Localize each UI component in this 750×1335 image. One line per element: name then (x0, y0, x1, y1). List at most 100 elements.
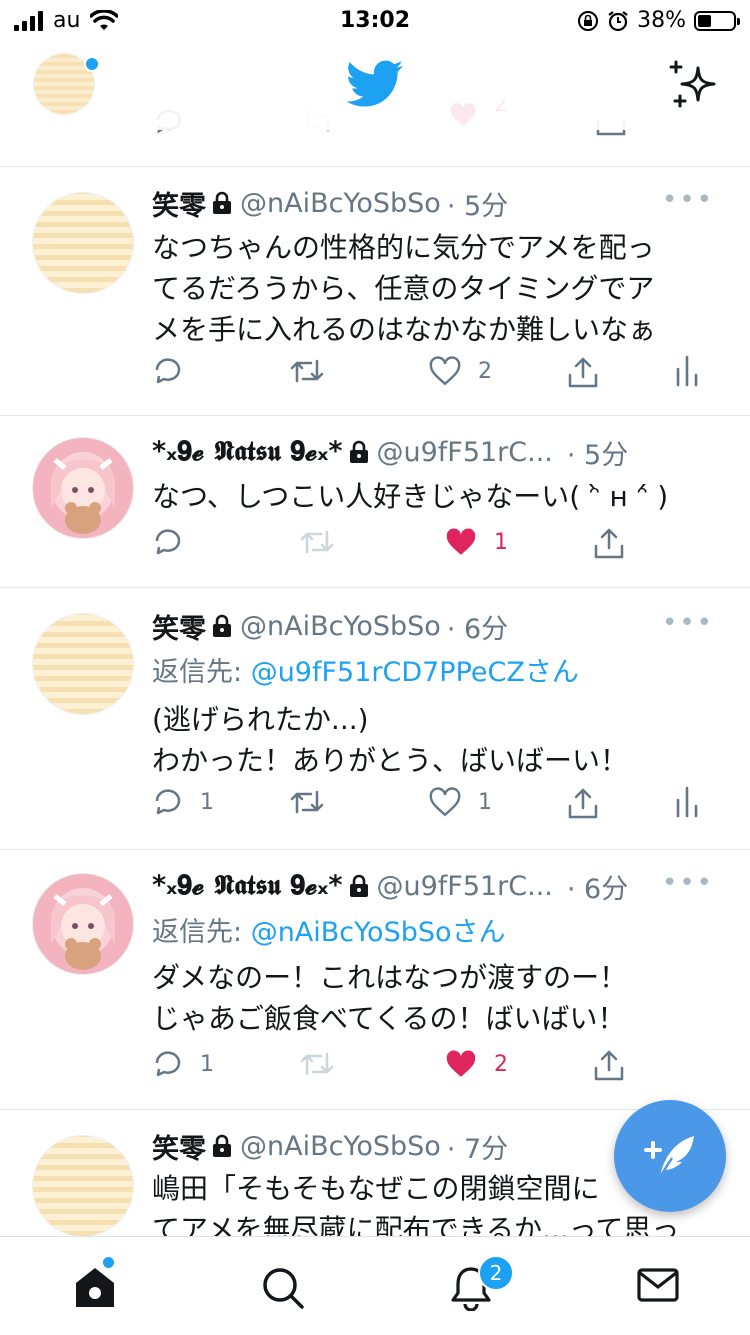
tweet-actions: 1 2 (152, 1048, 712, 1088)
user-handle[interactable]: @u9fF51rC... (377, 437, 553, 468)
reply-button[interactable]: 1 (152, 786, 214, 818)
analytics-button[interactable] (674, 355, 700, 387)
tweet-time: · 5分 (446, 190, 509, 222)
like-button[interactable]: 2 (444, 1048, 508, 1080)
battery-icon (694, 10, 740, 31)
user-handle[interactable]: @u9fF51rC... (377, 871, 553, 902)
like-count: 2 (494, 1051, 508, 1077)
heart-icon (429, 356, 461, 386)
reply-to-link[interactable]: @nAiBcYoSbSoさん (251, 917, 506, 948)
home-icon[interactable] (72, 1265, 118, 1309)
more-options-icon[interactable]: ••• (662, 185, 714, 215)
twitter-bird-icon[interactable] (346, 60, 404, 108)
display-name[interactable]: *ₓ𝟗𝓮 𝕹𝖆𝖙𝖘𝖚 𝟗𝓮ₓ* (152, 870, 343, 902)
tweet[interactable]: *ₓ𝟗𝓮 𝕹𝖆𝖙𝖘𝖚 𝟗𝓮ₓ* @u9fF51rC... · 6分 ••• 返信… (0, 850, 750, 1110)
more-options-icon[interactable]: ••• (662, 608, 714, 638)
tweet-actions: 1 (152, 526, 712, 566)
battery-percent: 38% (637, 8, 686, 33)
retweet-icon (290, 790, 324, 814)
avatar[interactable] (33, 874, 133, 974)
reply-to-line: 返信先: @u9fF51rCD7PPeCZさん (152, 650, 720, 689)
user-handle[interactable]: @nAiBcYoSbSo (240, 188, 441, 219)
bottom-tab-bar: 2 (0, 1236, 750, 1335)
like-count: 1 (494, 529, 508, 555)
tweet[interactable]: *ₓ𝟗𝓮 𝕹𝖆𝖙𝖘𝖚 𝟗𝓮ₓ* @u9fF51rC... · 5分 なつ、しつこ… (0, 416, 750, 588)
like-button[interactable]: 1 (428, 786, 492, 818)
share-button[interactable] (592, 526, 626, 560)
like-button[interactable]: 2 (428, 355, 492, 387)
reply-icon (155, 1051, 181, 1077)
tweet-text: (逃げられたか...) わかった！ありがとう、ばいばーい！ (152, 703, 629, 777)
tweet-text: ダメなのー！これはなつが渡すのー！ じゃあご飯食べてくるの！ばいばい！ (152, 961, 628, 1035)
search-icon[interactable] (260, 1265, 306, 1311)
notifications-badge: 2 (478, 1255, 514, 1291)
compose-feather-icon (644, 1136, 694, 1181)
reply-to-line: 返信先: @nAiBcYoSbSoさん (152, 910, 720, 949)
tweet-actions: 1 1 (152, 786, 712, 826)
avatar[interactable] (33, 614, 133, 714)
tweet[interactable]: 笑零 @nAiBcYoSbSo · 6分 ••• 返信先: @u9fF51rCD… (0, 588, 750, 850)
display-name[interactable]: *ₓ𝟗𝓮 𝕹𝖆𝖙𝖘𝖚 𝟗𝓮ₓ* (152, 436, 343, 468)
retweet-button-disabled (298, 526, 336, 558)
reply-button[interactable]: 1 (152, 1048, 214, 1080)
tweet-time: · 5分 (566, 439, 629, 471)
retweet-button[interactable] (288, 355, 326, 387)
share-button[interactable] (592, 1048, 626, 1082)
user-handle[interactable]: @nAiBcYoSbSo (240, 611, 441, 642)
avatar-illustration (33, 438, 133, 538)
tweet-time: · 7分 (446, 1133, 509, 1165)
share-icon (594, 528, 624, 559)
heart-filled-icon (446, 528, 476, 555)
retweet-button-disabled (298, 1048, 336, 1080)
reply-to-link[interactable]: @u9fF51rCD7PPeCZさん (251, 657, 579, 688)
reply-prefix: 返信先: (152, 657, 251, 688)
lock-icon (213, 1134, 231, 1157)
analytics-icon (676, 786, 698, 818)
heart-icon (429, 787, 461, 817)
app-header (0, 40, 750, 130)
compose-tweet-button[interactable] (614, 1100, 726, 1212)
sparkle-icon[interactable] (668, 60, 718, 110)
heart-filled-icon (446, 1050, 476, 1077)
share-icon (568, 357, 598, 388)
reply-count: 1 (200, 789, 214, 815)
tweet-time: · 6分 (446, 613, 509, 645)
tweet[interactable]: 笑零 @nAiBcYoSbSo · 5分 ••• なつちゃんの性格的に気分でアメ… (0, 167, 750, 416)
display-name[interactable]: 笑零 (152, 184, 206, 223)
reply-count: 1 (200, 1051, 214, 1077)
more-options-icon[interactable]: ••• (662, 868, 714, 898)
reply-icon (155, 529, 181, 555)
lock-icon (213, 614, 231, 637)
avatar[interactable] (33, 438, 133, 538)
retweet-icon (300, 1052, 334, 1076)
display-name[interactable]: 笑零 (152, 607, 206, 646)
avatar[interactable] (33, 1136, 133, 1236)
reply-icon (155, 789, 181, 815)
rotation-lock-icon (578, 10, 599, 31)
tweet-time: · 6分 (566, 873, 629, 905)
like-count: 1 (478, 789, 492, 815)
reply-button[interactable] (152, 526, 184, 558)
messages-envelope-icon[interactable] (636, 1265, 680, 1305)
tweet-text: なつちゃんの性格的に気分でアメを配っ てるだろうから、任意のタイミングでア メを… (152, 231, 657, 346)
unread-dot (103, 1257, 114, 1268)
alarm-icon (608, 10, 628, 31)
share-button[interactable] (566, 355, 600, 389)
lock-icon (349, 874, 368, 897)
reply-icon (155, 358, 181, 384)
reply-prefix: 返信先: (152, 917, 251, 948)
display-name[interactable]: 笑零 (152, 1127, 206, 1166)
analytics-button[interactable] (674, 786, 700, 818)
avatar[interactable] (33, 193, 133, 293)
user-handle[interactable]: @nAiBcYoSbSo (240, 1131, 441, 1162)
unread-dot (84, 56, 100, 72)
reply-button[interactable] (152, 355, 184, 387)
retweet-icon (300, 530, 334, 554)
tweet-text: なつ、しつこい人好きじゃなーい( ᵔ̀ н ᵔ́ ) (152, 480, 669, 513)
retweet-button[interactable] (288, 786, 326, 818)
lock-icon (213, 191, 231, 214)
like-button[interactable]: 1 (444, 526, 508, 558)
share-button[interactable] (566, 786, 600, 820)
share-icon (568, 788, 598, 819)
avatar-illustration (33, 874, 133, 974)
